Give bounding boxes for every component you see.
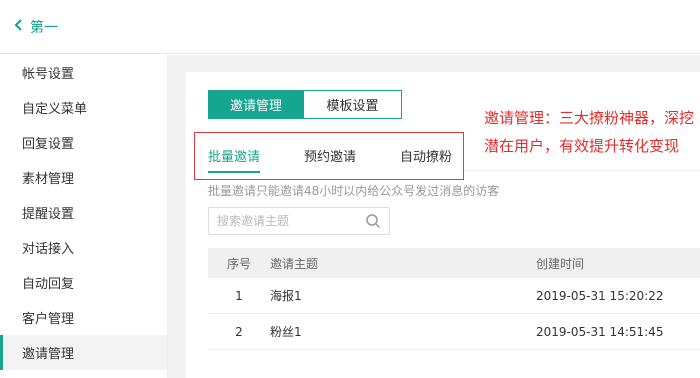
annotation-text: 邀请管理：三大撩粉神器，深挖潜在用户，有效提升转化变现 [484, 109, 695, 155]
tab-invite-management[interactable]: 邀请管理 [208, 90, 304, 119]
top-bar: 第一 [0, 0, 700, 54]
batch-invite-hint: 批量邀请只能邀请48小时以内给公众号发过消息的访客 [208, 184, 500, 198]
sidebar-item-reply-settings[interactable]: 回复设置 [0, 125, 167, 160]
search-box [208, 207, 390, 235]
sidebar-item-customer-management[interactable]: 客户管理 [0, 300, 167, 335]
table-header: 序号 邀请主题 创建时间 [208, 248, 700, 278]
sidebar: 帐号设置 自定义菜单 回复设置 素材管理 提醒设置 对话接入 自动回复 客户管理… [0, 55, 168, 378]
tab-template-settings[interactable]: 模板设置 [304, 90, 402, 119]
back-button[interactable]: 第一 [14, 17, 58, 37]
sidebar-item-reminder-settings[interactable]: 提醒设置 [0, 195, 167, 230]
subtab-divider [464, 170, 700, 171]
sidebar-item-materials[interactable]: 素材管理 [0, 160, 167, 195]
sub-tabs: 批量邀请 预约邀请 自动撩粉 [208, 146, 496, 173]
row-topic: 海报1 [270, 289, 302, 303]
invite-table: 序号 邀请主题 创建时间 1 海报1 2019-05-31 15:20:22 2… [208, 248, 700, 350]
row-index: 2 [235, 324, 243, 339]
row-created-time: 2019-05-31 15:20:22 [536, 288, 664, 303]
row-created-time: 2019-05-31 14:51:45 [536, 324, 664, 339]
header-topic: 邀请主题 [270, 256, 319, 271]
subtab-scheduled-invite[interactable]: 预约邀请 [304, 146, 356, 173]
row-topic: 粉丝1 [270, 325, 302, 339]
table-row[interactable]: 1 海报1 2019-05-31 15:20:22 [208, 278, 700, 314]
sidebar-item-custom-menu[interactable]: 自定义菜单 [0, 90, 167, 125]
header-index: 序号 [226, 256, 251, 271]
sidebar-item-chat-access[interactable]: 对话接入 [0, 230, 167, 265]
sidebar-item-account-settings[interactable]: 帐号设置 [0, 55, 167, 90]
subtab-batch-invite[interactable]: 批量邀请 [208, 146, 261, 173]
main-tabs: 邀请管理 模板设置 [208, 90, 402, 119]
chevron-left-icon [14, 18, 24, 35]
back-label: 第一 [30, 19, 58, 36]
row-index: 1 [235, 288, 243, 303]
header-created-time: 创建时间 [536, 256, 585, 271]
sidebar-item-auto-reply[interactable]: 自动回复 [0, 265, 167, 300]
subtab-auto-engage[interactable]: 自动撩粉 [400, 146, 452, 173]
search-icon[interactable] [365, 213, 381, 229]
sidebar-item-invite-management[interactable]: 邀请管理 [0, 335, 167, 370]
table-row[interactable]: 2 粉丝1 2019-05-31 14:51:45 [208, 314, 700, 350]
search-input[interactable] [217, 214, 357, 228]
